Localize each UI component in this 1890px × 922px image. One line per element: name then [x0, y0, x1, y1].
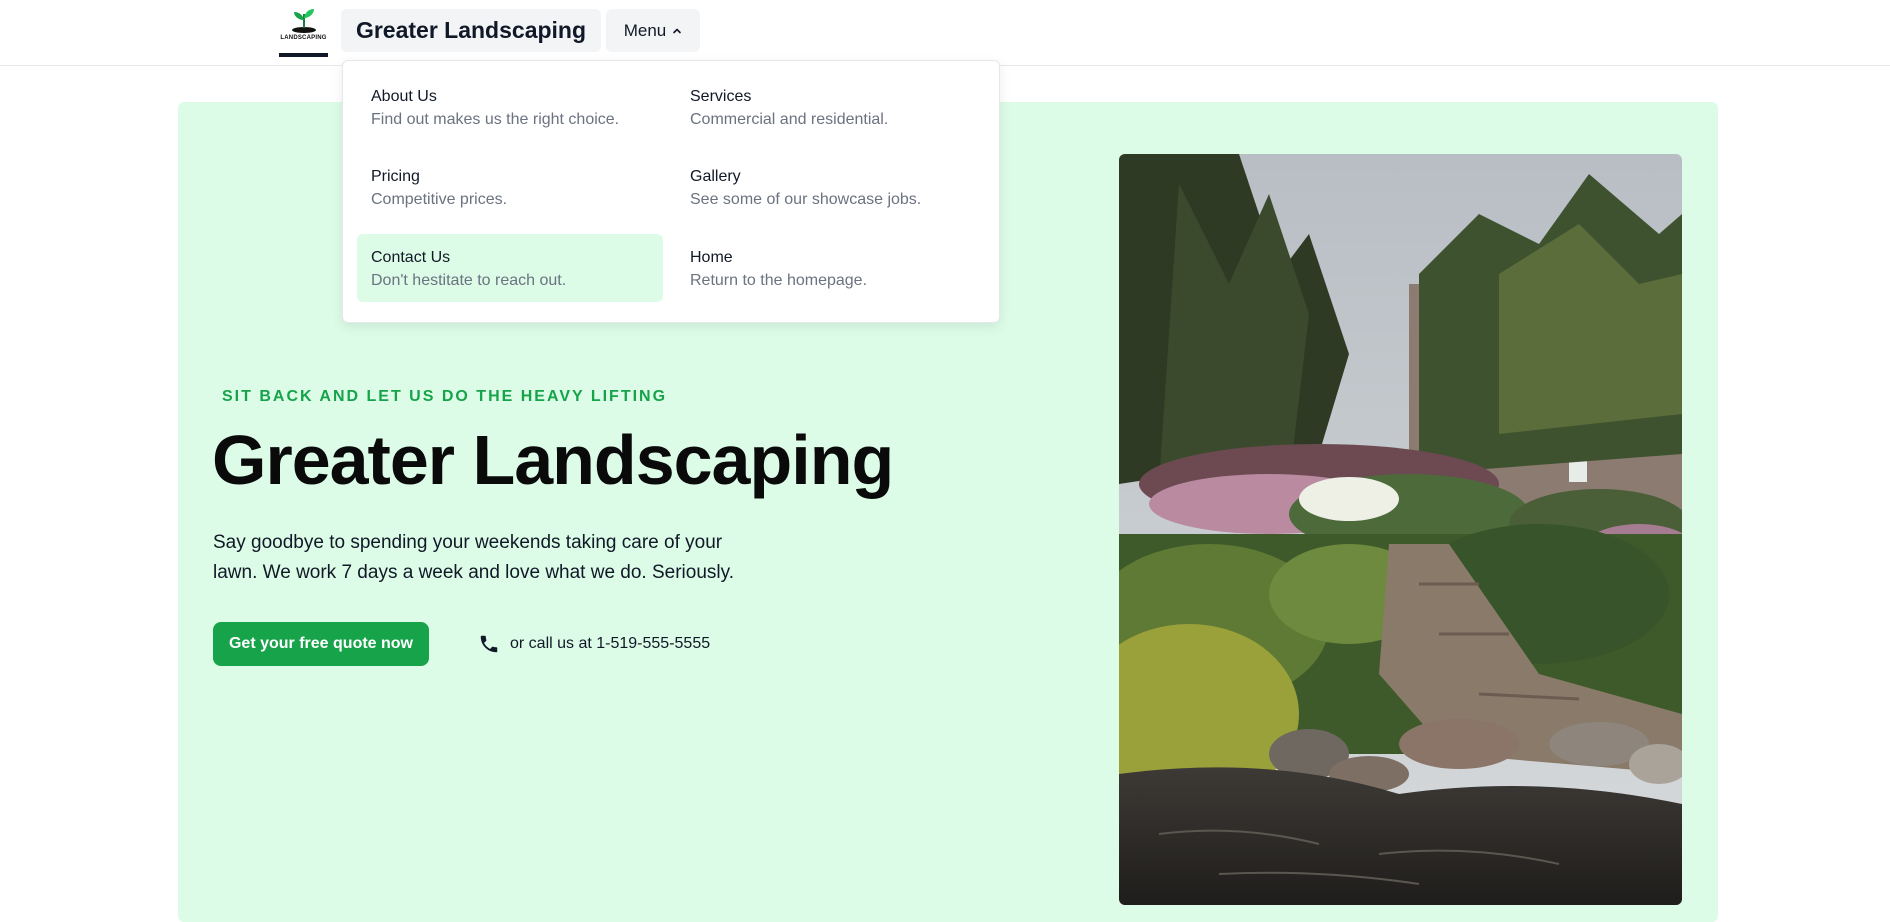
brand-button[interactable]: Greater Landscaping	[341, 9, 601, 52]
menu-item-title: Services	[690, 88, 752, 105]
hero-tagline: SIT BACK AND LET US DO THE HEAVY LIFTING	[222, 388, 668, 405]
menu-item-title: Home	[690, 249, 733, 266]
hero-title: Greater Landscaping	[212, 421, 894, 499]
call-link[interactable]: or call us at 1-519-555-5555	[478, 632, 710, 656]
garden-photo	[1119, 154, 1682, 905]
menu-item-contact-us[interactable]: Contact Us Don't hestitate to reach out.	[357, 234, 663, 302]
menu-item-home[interactable]: Home Return to the homepage.	[676, 234, 982, 302]
menu-button-label: Menu	[623, 20, 667, 40]
free-quote-button[interactable]: Get your free quote now	[213, 622, 429, 666]
menu-item-title: Gallery	[690, 168, 741, 185]
menu-item-services[interactable]: Services Commercial and residential.	[676, 73, 982, 141]
menu-item-pricing[interactable]: Pricing Competitive prices.	[357, 153, 663, 221]
menu-dropdown: About Us Find out makes us the right cho…	[342, 60, 1000, 323]
menu-item-about-us[interactable]: About Us Find out makes us the right cho…	[357, 73, 663, 141]
menu-item-description: Return to the homepage.	[690, 272, 868, 289]
logo-text: LANDSCAPING	[280, 35, 327, 41]
phone-icon	[480, 635, 498, 653]
menu-item-title: Pricing	[371, 168, 420, 185]
menu-item-description: See some of our showcase jobs.	[690, 191, 922, 208]
chevron-up-icon	[673, 28, 682, 33]
hero-description: Say goodbye to spending your weekends ta…	[213, 532, 734, 583]
garden-image	[1119, 154, 1682, 905]
menu-item-gallery[interactable]: Gallery See some of our showcase jobs.	[676, 153, 982, 221]
menu-button[interactable]: Menu	[606, 9, 700, 52]
menu-item-description: Don't hestitate to reach out.	[371, 272, 567, 289]
menu-item-description: Competitive prices.	[371, 191, 508, 208]
menu-item-title: Contact Us	[371, 249, 451, 266]
logo[interactable]: LANDSCAPING	[279, 6, 328, 57]
menu-item-description: Commercial and residential.	[690, 111, 889, 128]
logo-underline	[279, 53, 328, 57]
menu-item-description: Find out makes us the right choice.	[371, 111, 620, 128]
call-text: or call us at 1-519-555-5555	[510, 635, 711, 652]
top-navigation-bar: LANDSCAPING Greater Landscaping Menu	[0, 0, 1890, 66]
leaf-logo-icon	[291, 9, 316, 33]
menu-item-title: About Us	[371, 88, 437, 105]
